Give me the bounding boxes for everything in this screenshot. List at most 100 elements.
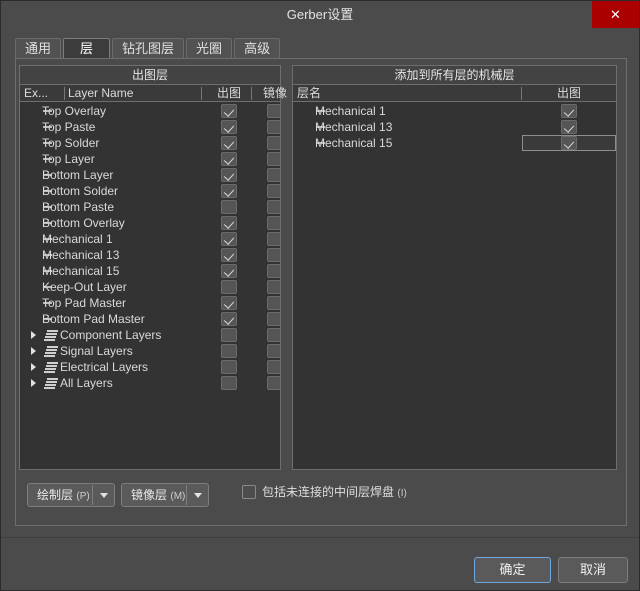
mirror-checkbox[interactable] — [267, 216, 280, 230]
table-row[interactable]: Component Layers — [20, 327, 280, 343]
table-row[interactable]: Top Solder — [20, 135, 280, 151]
plot-checkbox[interactable] — [221, 360, 237, 374]
cancel-button[interactable]: 取消 — [558, 557, 628, 583]
layer-stack-icon — [44, 362, 58, 373]
column-header-plot[interactable]: 出图 — [209, 85, 249, 102]
mirror-checkbox[interactable] — [267, 168, 280, 182]
plot-checkbox[interactable] — [221, 168, 237, 182]
table-row[interactable]: Mechanical 13 — [20, 247, 280, 263]
include-unconnected-pads-checkbox[interactable] — [242, 485, 256, 499]
column-divider — [521, 87, 522, 100]
mirror-checkbox[interactable] — [267, 120, 280, 134]
layer-stack-icon — [44, 378, 58, 389]
mirror-checkbox[interactable] — [267, 152, 280, 166]
layer-name: All Layers — [60, 376, 113, 390]
close-icon[interactable]: ✕ — [592, 1, 639, 28]
column-header-mirror[interactable]: 镜像 — [255, 85, 295, 102]
plot-checkbox[interactable] — [561, 120, 577, 134]
tab-4[interactable]: 高级 — [234, 38, 281, 59]
mirror-checkbox[interactable] — [267, 264, 280, 278]
plot-layers-button[interactable]: 绘制层 (P) — [27, 483, 115, 507]
chevron-right-icon[interactable] — [31, 347, 36, 355]
ok-button[interactable]: 确定 — [474, 557, 551, 583]
mirror-layers-button[interactable]: 镜像层 (M) — [121, 483, 209, 507]
table-row[interactable]: Top Layer — [20, 151, 280, 167]
plot-layers-title: 出图层 — [20, 66, 280, 85]
mirror-checkbox[interactable] — [267, 312, 280, 326]
chevron-right-icon[interactable] — [31, 363, 36, 371]
layer-name: Bottom Layer — [42, 168, 114, 182]
mirror-checkbox[interactable] — [267, 232, 280, 246]
table-row[interactable]: Top Overlay — [20, 103, 280, 119]
plot-checkbox[interactable] — [221, 104, 237, 118]
mirror-checkbox[interactable] — [267, 200, 280, 214]
layer-name: Bottom Paste — [42, 200, 115, 214]
tab-3[interactable]: 光圈 — [186, 38, 233, 59]
mirror-checkbox[interactable] — [267, 344, 280, 358]
mirror-checkbox[interactable] — [267, 184, 280, 198]
footer-divider — [1, 537, 639, 538]
column-header-layer-name[interactable]: Layer Name — [68, 85, 198, 102]
chevron-down-icon[interactable] — [100, 493, 108, 498]
table-row[interactable]: Mechanical 13 — [293, 119, 616, 135]
table-row[interactable]: Bottom Layer — [20, 167, 280, 183]
plot-checkbox[interactable] — [221, 280, 237, 294]
column-divider — [201, 87, 202, 100]
table-row[interactable]: Bottom Solder — [20, 183, 280, 199]
chevron-right-icon[interactable] — [31, 379, 36, 387]
mirror-checkbox[interactable] — [267, 280, 280, 294]
mirror-checkbox[interactable] — [267, 248, 280, 262]
plot-checkbox[interactable] — [561, 104, 577, 118]
table-row[interactable]: Mechanical 15 — [20, 263, 280, 279]
plot-checkbox[interactable] — [221, 200, 237, 214]
layer-name: Top Overlay — [42, 104, 107, 118]
layer-stack-icon — [44, 330, 58, 341]
plot-checkbox[interactable] — [221, 344, 237, 358]
table-row[interactable]: Mechanical 15 — [293, 135, 616, 151]
mechanical-layers-title: 添加到所有层的机械层 — [293, 66, 616, 85]
column-header-plot[interactable]: 出图 — [529, 85, 609, 102]
mirror-checkbox[interactable] — [267, 296, 280, 310]
tab-1[interactable]: 层 — [63, 38, 111, 59]
plot-checkbox[interactable] — [221, 136, 237, 150]
mirror-checkbox[interactable] — [267, 360, 280, 374]
plot-checkbox[interactable] — [221, 296, 237, 310]
plot-checkbox[interactable] — [221, 376, 237, 390]
plot-checkbox[interactable] — [221, 328, 237, 342]
plot-checkbox[interactable] — [221, 264, 237, 278]
table-row[interactable]: All Layers — [20, 375, 280, 391]
table-row[interactable]: Top Pad Master — [20, 295, 280, 311]
table-row[interactable]: Mechanical 1 — [293, 103, 616, 119]
plot-checkbox[interactable] — [221, 248, 237, 262]
layer-name: Mechanical 15 — [315, 136, 393, 150]
mechanical-layers-list[interactable]: Mechanical 1 Mechanical 13 Mechanical 15 — [293, 103, 616, 469]
mirror-checkbox[interactable] — [267, 136, 280, 150]
table-row[interactable]: Mechanical 1 — [20, 231, 280, 247]
plot-checkbox[interactable] — [221, 312, 237, 326]
table-row[interactable]: Keep-Out Layer — [20, 279, 280, 295]
mirror-checkbox[interactable] — [267, 104, 280, 118]
layer-name: Mechanical 1 — [42, 232, 113, 246]
column-header-layer-name[interactable]: 层名 — [297, 85, 477, 102]
column-header-ex[interactable]: Ex... — [24, 85, 62, 102]
plot-checkbox[interactable] — [221, 216, 237, 230]
table-row[interactable]: Bottom Paste — [20, 199, 280, 215]
table-row[interactable]: Electrical Layers — [20, 359, 280, 375]
chevron-down-icon[interactable] — [194, 493, 202, 498]
plot-layers-list[interactable]: Top Overlay Top Paste Top Solder Top Layer B… — [20, 103, 280, 469]
split-divider — [186, 485, 187, 505]
plot-checkbox[interactable] — [221, 184, 237, 198]
plot-checkbox[interactable] — [221, 120, 237, 134]
chevron-right-icon[interactable] — [31, 331, 36, 339]
table-row[interactable]: Bottom Overlay — [20, 215, 280, 231]
mirror-checkbox[interactable] — [267, 376, 280, 390]
tab-0[interactable]: 通用 — [15, 38, 62, 59]
table-row[interactable]: Signal Layers — [20, 343, 280, 359]
tab-2[interactable]: 钻孔图层 — [112, 38, 185, 59]
table-row[interactable]: Bottom Pad Master — [20, 311, 280, 327]
table-row[interactable]: Top Paste — [20, 119, 280, 135]
mirror-checkbox[interactable] — [267, 328, 280, 342]
plot-checkbox[interactable] — [561, 136, 577, 150]
plot-checkbox[interactable] — [221, 232, 237, 246]
plot-checkbox[interactable] — [221, 152, 237, 166]
